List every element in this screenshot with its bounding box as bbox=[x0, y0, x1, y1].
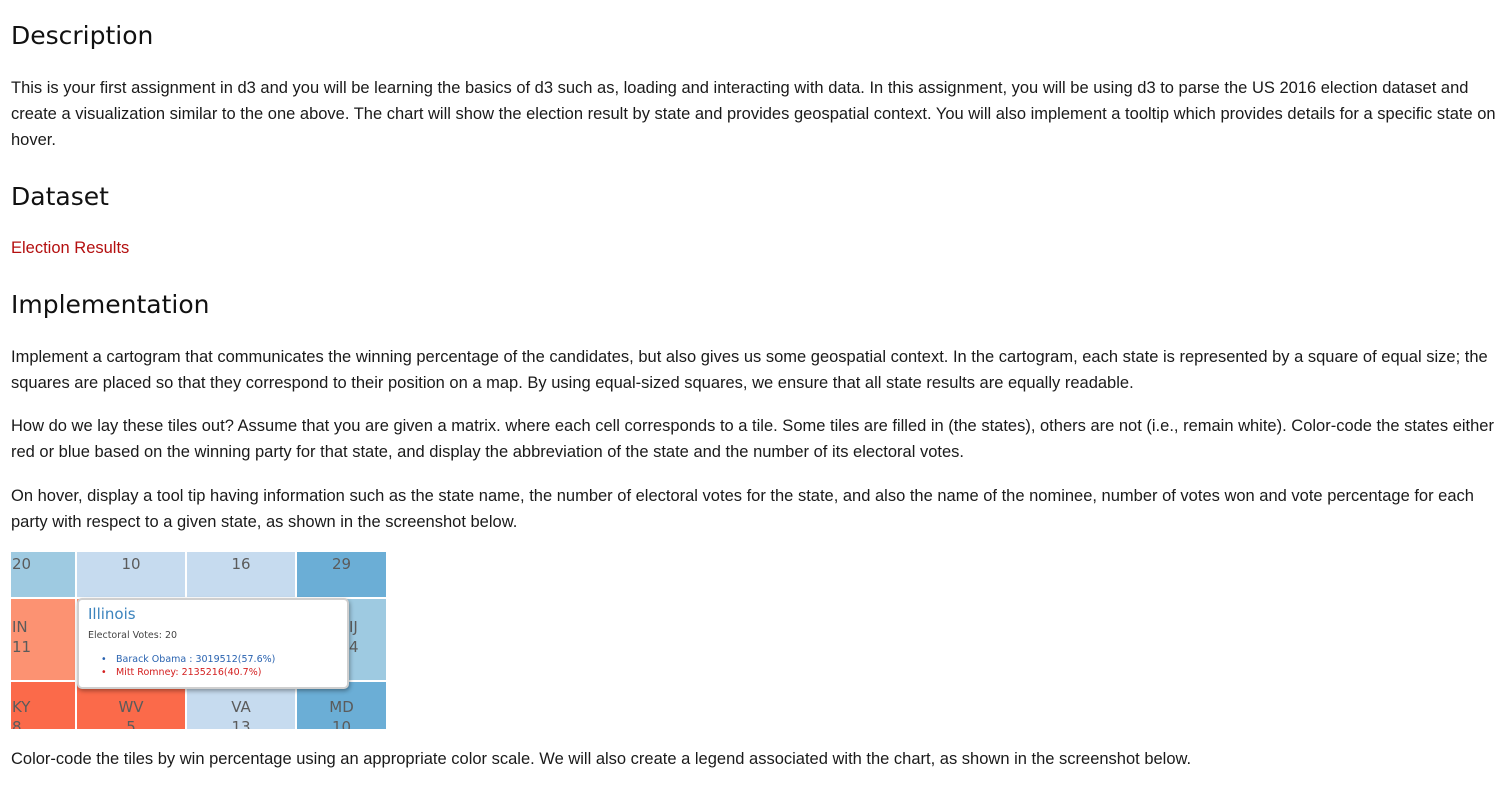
tooltip-electoral-votes: Electoral Votes: 20 bbox=[88, 630, 178, 641]
heading-dataset: Dataset bbox=[11, 182, 109, 211]
tile-state-abbr: VA bbox=[231, 698, 251, 716]
state-tile: IN 11 bbox=[11, 599, 77, 682]
state-tooltip: Illinois Electoral Votes: 20 Barack Obam… bbox=[77, 598, 349, 689]
tile-state-abbr: WV bbox=[118, 698, 144, 716]
tile-state-abbr: IJ bbox=[349, 618, 358, 636]
description-paragraph: This is your first assignment in d3 and … bbox=[11, 79, 1496, 149]
implementation-paragraph-3: On hover, display a tool tip having info… bbox=[11, 487, 1474, 531]
state-tile: MD 10 bbox=[297, 682, 386, 729]
state-tile: 10 bbox=[77, 552, 187, 599]
tooltip-republican-result: Mitt Romney: 2135216(40.7%) bbox=[101, 666, 275, 679]
state-tile: 29 bbox=[297, 552, 386, 599]
tile-value: 29 bbox=[331, 555, 352, 573]
tile-value: 16 bbox=[231, 555, 251, 573]
tile-state-abbr: IN bbox=[12, 618, 28, 636]
tile-value: 10 bbox=[121, 555, 141, 573]
implementation-paragraph-1: Implement a cartogram that communicates … bbox=[11, 348, 1488, 392]
tile-electoral-votes: 5 bbox=[126, 718, 136, 729]
implementation-paragraph-2: How do we lay these tiles out? Assume th… bbox=[11, 417, 1494, 461]
tile-state-abbr: MD bbox=[329, 698, 354, 716]
tile-electoral-votes: 13 bbox=[231, 718, 251, 729]
election-results-link[interactable]: Election Results bbox=[11, 239, 129, 257]
assignment-page: Description This is your first assignmen… bbox=[0, 0, 1512, 797]
tooltip-example-screenshot: 20 10 16 29 IN 11 IJ 4 KY 8 WV 5 VA 13 M… bbox=[11, 552, 386, 729]
tile-state-abbr: KY bbox=[12, 698, 31, 716]
state-tile: 16 bbox=[187, 552, 297, 599]
tooltip-candidate-list: Barack Obama : 3019512(57.6%) Mitt Romne… bbox=[101, 653, 275, 679]
heading-implementation: Implementation bbox=[11, 290, 210, 319]
state-tile: 20 bbox=[11, 552, 77, 599]
implementation-paragraph-4: Color-code the tiles by win percentage u… bbox=[11, 750, 1192, 768]
heading-description: Description bbox=[11, 21, 154, 50]
state-tile: VA 13 bbox=[187, 682, 297, 729]
state-tile: WV 5 bbox=[77, 682, 187, 729]
tooltip-democrat-result: Barack Obama : 3019512(57.6%) bbox=[101, 653, 275, 666]
tile-electoral-votes: 10 bbox=[331, 718, 352, 729]
tile-electoral-votes: 8 bbox=[12, 718, 22, 729]
tile-electoral-votes: 11 bbox=[12, 638, 32, 656]
tooltip-state-name: Illinois bbox=[88, 605, 136, 623]
state-tile: KY 8 bbox=[11, 682, 77, 729]
tile-electoral-votes: 4 bbox=[349, 638, 359, 656]
tile-value: 20 bbox=[12, 555, 32, 573]
